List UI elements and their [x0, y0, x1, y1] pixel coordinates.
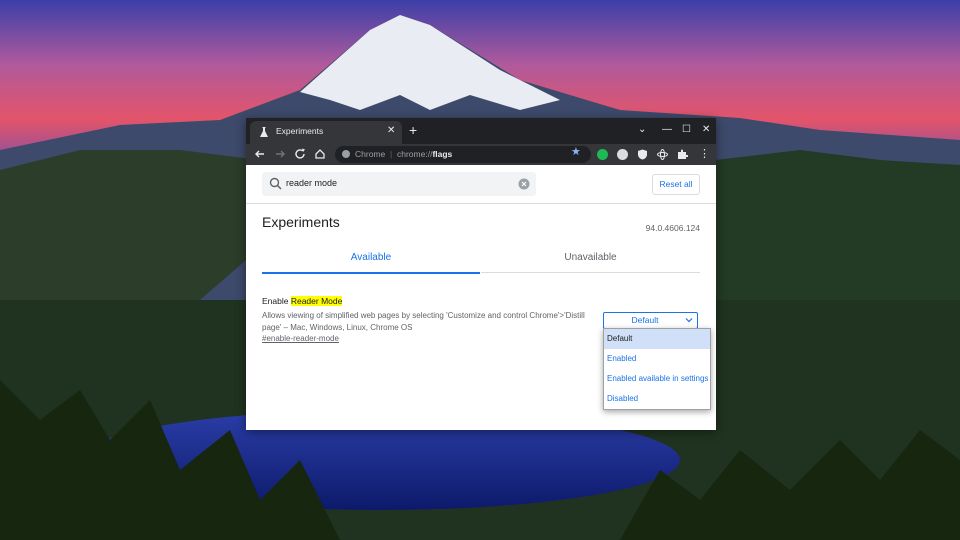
clear-search-icon[interactable]: [518, 178, 530, 190]
search-value: reader mode: [286, 178, 338, 188]
page-title: Experiments: [262, 214, 340, 230]
reload-icon[interactable]: [293, 147, 307, 161]
url-prefix: chrome://: [397, 149, 433, 159]
address-bar[interactable]: Chrome | chrome://flags: [335, 146, 591, 163]
close-window-icon[interactable]: ✕: [702, 123, 710, 137]
new-tab-icon[interactable]: +: [409, 122, 417, 138]
extension-icon[interactable]: [617, 149, 628, 160]
bookmark-star-icon[interactable]: ★: [571, 145, 581, 159]
site-info-icon[interactable]: [342, 150, 350, 158]
tab-available[interactable]: Available: [262, 244, 480, 274]
menu-kebab-icon[interactable]: ⋮: [699, 147, 710, 161]
browser-tab[interactable]: Experiments ✕: [250, 121, 402, 144]
option-default[interactable]: Default: [604, 329, 710, 349]
option-disabled[interactable]: Disabled: [604, 389, 710, 409]
flags-search-header: reader mode: [246, 165, 716, 204]
experiment-anchor-link[interactable]: #enable-reader-mode: [262, 334, 339, 343]
reset-all-button[interactable]: Reset all: [652, 174, 700, 195]
react-extension-icon[interactable]: [657, 149, 668, 160]
tab-strip: Experiments ✕ + ⌄ — ☐ ✕: [246, 118, 716, 144]
back-icon[interactable]: [253, 147, 267, 161]
omnibox-url: chrome://flags: [397, 149, 452, 159]
option-enabled-available-in-settings[interactable]: Enabled available in settings: [604, 369, 710, 389]
maximize-icon[interactable]: ☐: [682, 123, 691, 137]
tab-unavailable[interactable]: Unavailable: [481, 244, 700, 273]
omnibox-scheme-label: Chrome: [355, 149, 386, 159]
url-path: flags: [432, 149, 453, 159]
close-tab-icon[interactable]: ✕: [387, 124, 395, 138]
description-line: page' – Mac, Windows, Linux, Chrome OS: [262, 323, 413, 332]
experiment-description: Allows viewing of simplified web pages b…: [262, 310, 602, 334]
minimize-icon[interactable]: —: [662, 123, 672, 137]
omnibox-separator: |: [390, 149, 393, 159]
experiment-title-prefix: Enable: [262, 296, 291, 306]
search-input[interactable]: reader mode: [262, 172, 536, 196]
shield-extension-icon[interactable]: [637, 149, 648, 160]
forward-icon[interactable]: [273, 147, 287, 161]
version-label: 94.0.4606.124: [645, 223, 700, 233]
experiment-state-select[interactable]: Default: [603, 312, 698, 329]
tab-search-icon[interactable]: ⌄: [638, 123, 646, 137]
grammarly-extension-icon[interactable]: [597, 149, 608, 160]
browser-toolbar: Chrome | chrome://flags ★ ⋮: [246, 144, 716, 165]
option-enabled[interactable]: Enabled: [604, 349, 710, 369]
home-icon[interactable]: [313, 147, 327, 161]
tab-title: Experiments: [276, 126, 324, 136]
description-line: Allows viewing of simplified web pages b…: [262, 311, 585, 320]
select-value: Default: [631, 315, 659, 325]
experiment-title: Enable Reader Mode: [262, 296, 343, 306]
chevron-down-icon: [685, 318, 693, 323]
search-match-highlight: Reader Mode: [290, 296, 343, 306]
select-dropdown-list: Default Enabled Enabled available in set…: [603, 328, 711, 410]
puzzle-extensions-icon[interactable]: [677, 149, 688, 160]
flask-icon: [260, 127, 268, 137]
search-icon: [269, 177, 282, 190]
